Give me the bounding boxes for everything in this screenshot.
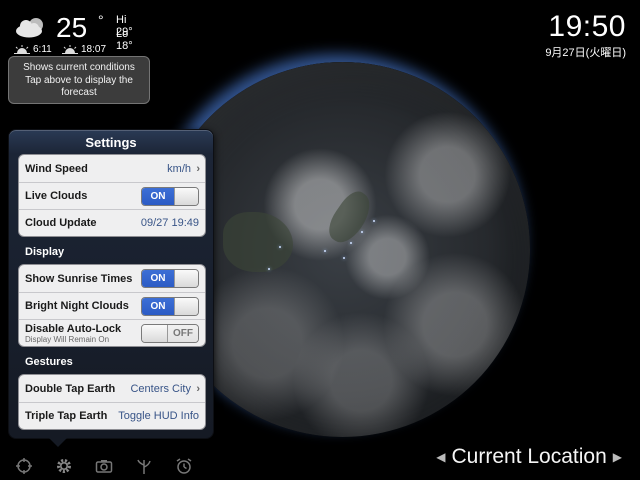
live-clouds-label: Live Clouds xyxy=(25,190,88,202)
japan-landmass xyxy=(321,185,379,249)
toggle-on-label: ON xyxy=(142,298,174,315)
wind-speed-value: km/h xyxy=(167,162,191,175)
show-sunrise-row: Show Sunrise Times ON xyxy=(19,265,205,292)
popover-arrow xyxy=(49,438,67,447)
toggle-on-label: ON xyxy=(142,188,174,205)
sunset-icon xyxy=(62,45,78,54)
sunrise-time: 6:11 xyxy=(33,44,52,55)
toggle-knob xyxy=(174,270,198,287)
toggle-knob xyxy=(142,325,168,342)
current-temperature: 25 xyxy=(56,12,88,43)
settings-group-gestures: Double Tap Earth Centers City › Triple T… xyxy=(18,374,206,430)
city-light xyxy=(342,257,345,259)
camera-icon xyxy=(95,460,113,473)
gear-icon xyxy=(57,459,71,473)
chevron-right-icon: › xyxy=(196,382,200,395)
settings-button[interactable] xyxy=(44,454,84,478)
chevron-left-icon[interactable]: ◀ xyxy=(436,450,445,464)
wind-speed-row[interactable]: Wind Speed km/h › xyxy=(19,155,205,182)
bottom-toolbar xyxy=(4,454,204,478)
toggle-knob xyxy=(174,298,198,315)
tooltip-line: Shows current conditions xyxy=(23,62,135,73)
cloud-update-label: Cloud Update xyxy=(25,217,97,229)
triple-tap-value: Toggle HUD Info xyxy=(118,410,199,422)
tooltip-line: Tap above to display the xyxy=(25,74,133,86)
wind-speed-label: Wind Speed xyxy=(25,162,88,175)
asia-landmass xyxy=(222,212,293,272)
settings-group-display: Show Sunrise Times ON Bright Night Cloud… xyxy=(18,264,206,347)
city-light xyxy=(361,230,364,233)
clock-widget: 19:50 9月27日(火曜日) xyxy=(545,10,626,60)
disable-auto-lock-toggle[interactable]: OFF xyxy=(141,324,199,343)
settings-title: Settings xyxy=(85,135,137,150)
double-tap-value: Centers City xyxy=(130,382,191,395)
disable-auto-lock-label: Disable Auto-Lock xyxy=(25,323,122,335)
crosshair-icon xyxy=(16,458,32,474)
triple-tap-row[interactable]: Triple Tap Earth Toggle HUD Info xyxy=(19,402,205,429)
alarm-clock-icon xyxy=(176,458,192,474)
city-light xyxy=(350,242,352,244)
partly-cloudy-icon xyxy=(16,18,43,38)
chevron-right-icon: › xyxy=(196,162,200,175)
gestures-section-header: Gestures xyxy=(25,356,73,368)
alarm-button[interactable] xyxy=(164,454,204,478)
live-clouds-toggle[interactable]: ON xyxy=(141,187,199,206)
chevron-right-icon[interactable]: ▶ xyxy=(613,450,622,464)
location-selector[interactable]: ◀ Current Location ▶ xyxy=(436,445,622,469)
settings-popover: Settings Wind Speed km/h › Live Clouds O… xyxy=(8,129,214,447)
live-clouds-row: Live Clouds ON xyxy=(19,182,205,209)
crosshair-button[interactable] xyxy=(4,454,44,478)
camera-button[interactable] xyxy=(84,454,124,478)
degree-symbol: ° xyxy=(98,12,104,28)
sunrise-info: 6:11 xyxy=(14,44,52,55)
clock-date: 9月27日(火曜日) xyxy=(545,47,626,59)
city-light xyxy=(372,219,375,222)
cloud-update-value: 09/27 19:49 xyxy=(140,217,199,229)
disable-auto-lock-row: Disable Auto-Lock Display Will Remain On… xyxy=(19,319,205,346)
plant-icon xyxy=(137,459,151,474)
show-sunrise-label: Show Sunrise Times xyxy=(25,272,133,285)
city-light xyxy=(323,249,326,252)
plant-button[interactable] xyxy=(124,454,164,478)
bright-night-clouds-label: Bright Night Clouds xyxy=(25,300,129,312)
city-light xyxy=(278,245,281,248)
double-tap-label: Double Tap Earth xyxy=(25,382,116,395)
settings-group-general: Wind Speed km/h › Live Clouds ON Cloud U… xyxy=(18,154,206,237)
weather-tooltip: Shows current conditions Tap above to di… xyxy=(8,56,150,104)
sunset-time: 18:07 xyxy=(81,44,107,55)
low-temperature: Lo 18° xyxy=(116,28,133,52)
bright-night-clouds-toggle[interactable]: ON xyxy=(141,297,199,316)
disable-auto-lock-sublabel: Display Will Remain On xyxy=(25,335,110,344)
clock-time: 19:50 xyxy=(548,10,626,43)
cloud-update-row: Cloud Update 09/27 19:49 xyxy=(19,209,205,236)
location-label: Current Location xyxy=(451,445,607,468)
city-light xyxy=(267,268,270,271)
toggle-on-label: ON xyxy=(142,270,174,287)
display-section-header: Display xyxy=(25,246,65,258)
bright-night-clouds-row: Bright Night Clouds ON xyxy=(19,292,205,319)
sunrise-icon xyxy=(14,45,30,54)
tooltip-line: forecast xyxy=(61,87,97,98)
show-sunrise-toggle[interactable]: ON xyxy=(141,269,199,288)
double-tap-row[interactable]: Double Tap Earth Centers City › xyxy=(19,375,205,402)
toggle-knob xyxy=(174,188,198,205)
triple-tap-label: Triple Tap Earth xyxy=(25,410,108,422)
sunset-info: 18:07 xyxy=(62,44,106,55)
toggle-off-label: OFF xyxy=(168,325,198,342)
